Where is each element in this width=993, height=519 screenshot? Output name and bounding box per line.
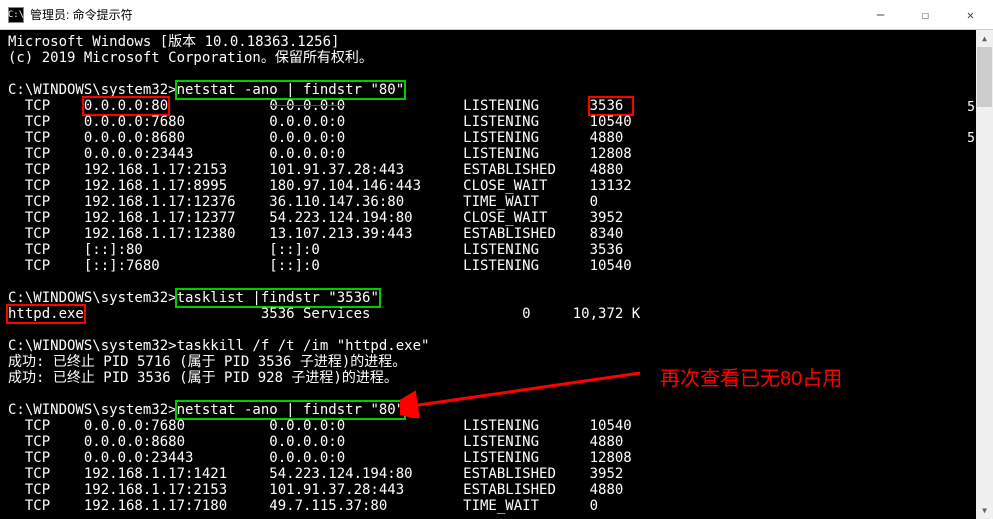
terminal-line: TCP 0.0.0.0:8680 0.0.0.0:0 LISTENING 488… [0,434,976,450]
terminal-line: TCP 192.168.1.17:1421 54.223.124.194:80 … [0,466,976,482]
terminal-line: TCP 0.0.0.0:23443 0.0.0.0:0 LISTENING 12… [0,146,976,162]
terminal-line: TCP 192.168.1.17:12376 36.110.147.36:80 … [0,194,976,210]
window-title: 管理员: 命令提示符 [30,6,133,23]
terminal-line: C:\WINDOWS\system32>netstat -ano | finds… [0,402,976,418]
scroll-down-button[interactable]: ▼ [976,502,993,519]
side-marker: 5 [967,131,975,146]
window-controls: ─ ☐ ✕ [858,0,993,29]
terminal-line: TCP 192.168.1.17:7180 49.7.115.37:80 TIM… [0,498,976,514]
terminal-line [0,322,976,338]
terminal-line: C:\WINDOWS\system32>taskkill /f /t /im "… [0,338,976,354]
minimize-button[interactable]: ─ [858,0,903,29]
annotation-text: 再次查看已无80占用 [660,362,842,391]
terminal-line: TCP 192.168.1.17:2153 101.91.37.28:443 E… [0,482,976,498]
terminal-line: httpd.exe 3536 Services 0 10,372 K [0,306,976,322]
close-button[interactable]: ✕ [948,0,993,29]
cmd-icon: C:\ [8,7,24,23]
terminal-content[interactable]: Microsoft Windows [版本 10.0.18363.1256](c… [0,30,976,519]
terminal-line: Microsoft Windows [版本 10.0.18363.1256] [0,34,976,50]
scroll-thumb[interactable] [977,47,992,107]
terminal-line: TCP 0.0.0.0:23443 0.0.0.0:0 LISTENING 12… [0,450,976,466]
vertical-scrollbar[interactable]: ▲ ▼ [976,30,993,519]
terminal-line: TCP 192.168.1.17:8995 180.97.104.146:443… [0,178,976,194]
terminal-line: TCP 0.0.0.0:80 0.0.0.0:0 LISTENING 3536 [0,98,976,114]
window-titlebar: C:\ 管理员: 命令提示符 ─ ☐ ✕ [0,0,993,30]
scroll-up-button[interactable]: ▲ [976,30,993,47]
terminal-line [0,274,976,290]
side-marker: 5 [967,100,975,115]
terminal-line: TCP 0.0.0.0:8680 0.0.0.0:0 LISTENING 488… [0,130,976,146]
terminal-line: TCP 0.0.0.0:7680 0.0.0.0:0 LISTENING 105… [0,114,976,130]
terminal-line: TCP 192.168.1.17:12377 54.223.124.194:80… [0,210,976,226]
terminal-line: TCP 192.168.1.17:2153 101.91.37.28:443 E… [0,162,976,178]
terminal-line [0,66,976,82]
terminal-line: TCP 192.168.1.17:12380 13.107.213.39:443… [0,226,976,242]
maximize-button[interactable]: ☐ [903,0,948,29]
terminal-line: TCP 0.0.0.0:7680 0.0.0.0:0 LISTENING 105… [0,418,976,434]
terminal-line: (c) 2019 Microsoft Corporation。保留所有权利。 [0,50,976,66]
terminal-line: TCP [::]:80 [::]:0 LISTENING 3536 [0,242,976,258]
terminal-line: TCP [::]:7680 [::]:0 LISTENING 10540 [0,258,976,274]
terminal-line: C:\WINDOWS\system32>tasklist |findstr "3… [0,290,976,306]
